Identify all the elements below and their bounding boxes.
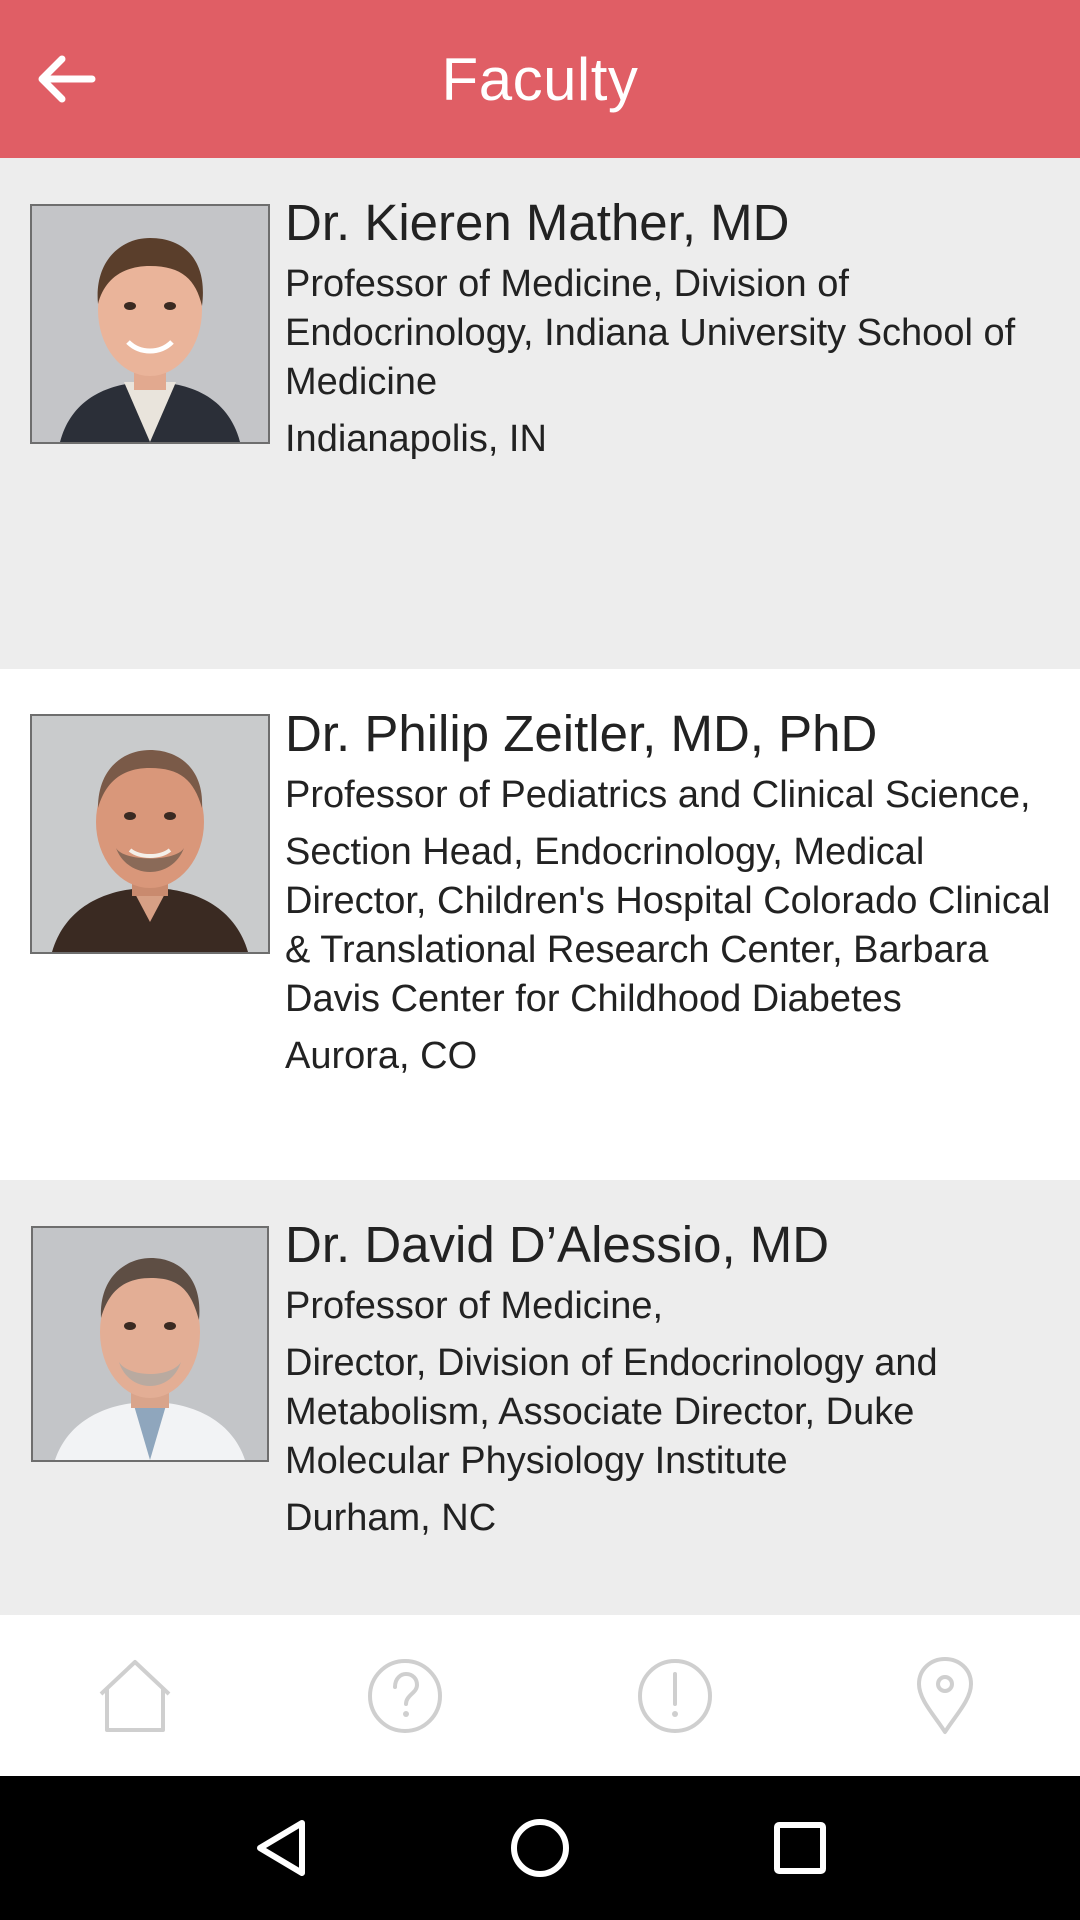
faculty-card-dalessio[interactable]: Dr. David D’Alessio, MD Professor of Med… [0, 1180, 1080, 1615]
bottom-nav [0, 1615, 1080, 1776]
faculty-name: Dr. Philip Zeitler, MD, PhD [285, 705, 878, 762]
faculty-location: Indianapolis, IN [285, 418, 547, 460]
system-nav-bar [0, 1776, 1080, 1920]
alert-icon [638, 1658, 712, 1733]
faculty-card-mather[interactable]: Dr. Kieren Mather, MD Professor of Medic… [0, 158, 1080, 669]
nav-help-button[interactable] [345, 1636, 465, 1756]
faculty-info: Dr. Kieren Mather, MD Professor of Medic… [285, 192, 1056, 472]
nav-home-button[interactable] [75, 1636, 195, 1756]
back-button[interactable] [28, 44, 102, 114]
arrow-left-icon [38, 55, 96, 103]
faculty-photo [31, 1226, 269, 1462]
faculty-role: Section Head, Endocrinology, Medical Dir… [285, 831, 1051, 1020]
faculty-name: Dr. David D’Alessio, MD [285, 1216, 830, 1273]
faculty-title: Professor of Pediatrics and Clinical Sci… [285, 774, 1031, 816]
faculty-location: Durham, NC [285, 1497, 497, 1539]
faculty-info: Dr. Philip Zeitler, MD, PhD Professor of… [285, 703, 1056, 1089]
faculty-name: Dr. Kieren Mather, MD [285, 194, 790, 251]
faculty-role: Director, Division of Endocrinology and … [285, 1342, 938, 1482]
back-triangle-icon [257, 1820, 305, 1876]
nav-location-button[interactable] [885, 1636, 1005, 1756]
faculty-photo [30, 204, 270, 444]
location-pin-icon [917, 1656, 973, 1734]
nav-alerts-button[interactable] [615, 1636, 735, 1756]
help-icon [368, 1658, 442, 1733]
faculty-list[interactable]: Dr. Kieren Mather, MD Professor of Medic… [0, 158, 1080, 1615]
home-icon [99, 1659, 171, 1732]
system-back-button[interactable] [230, 1798, 330, 1898]
page-title: Faculty [441, 45, 639, 113]
faculty-info: Dr. David D’Alessio, MD Professor of Med… [285, 1214, 1056, 1551]
faculty-location: Aurora, CO [285, 1035, 478, 1077]
system-recents-button[interactable] [750, 1798, 850, 1898]
faculty-title: Professor of Medicine, Division of Endoc… [285, 263, 1016, 403]
faculty-photo [30, 714, 270, 954]
faculty-title: Professor of Medicine, [285, 1285, 664, 1327]
recents-square-icon [774, 1822, 826, 1874]
app-bar: Faculty [0, 0, 1080, 158]
faculty-card-zeitler[interactable]: Dr. Philip Zeitler, MD, PhD Professor of… [0, 669, 1080, 1180]
home-circle-icon [511, 1819, 569, 1877]
system-home-button[interactable] [490, 1798, 590, 1898]
